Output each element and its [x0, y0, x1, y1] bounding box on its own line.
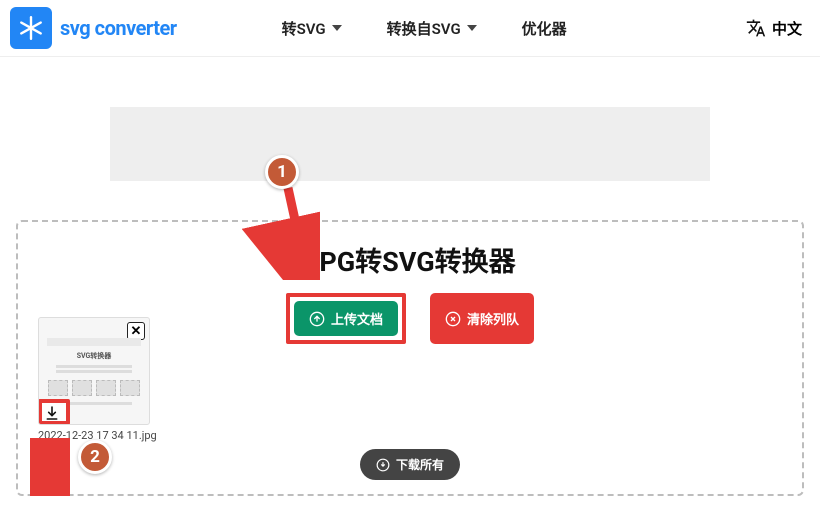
converter-panel: JPG转SVG转换器 上传文档 清除列队 ✕ — [16, 220, 804, 496]
close-circle-icon — [445, 311, 461, 327]
nav-from-svg[interactable]: 转换自SVG — [387, 18, 477, 39]
clear-queue-button[interactable]: 清除列队 — [430, 293, 534, 344]
file-thumbnail[interactable]: ✕ SVG转换器 — [38, 317, 150, 425]
header: svg converter 转SVG 转换自SVG 优化器 中文 — [0, 0, 820, 57]
download-file-button[interactable] — [44, 405, 60, 421]
file-item: ✕ SVG转换器 2022-12-23 17 34 11.j — [38, 317, 157, 442]
nav-to-svg-label: 转SVG — [282, 18, 326, 39]
language-label: 中文 — [772, 18, 802, 39]
annotation-arrow-1 — [230, 180, 320, 280]
download-icon — [44, 405, 60, 421]
clear-button-label: 清除列队 — [467, 309, 519, 328]
chevron-down-icon — [467, 25, 477, 31]
annotation-marker-2: 2 — [78, 440, 112, 474]
brand-text[interactable]: svg converter — [60, 16, 177, 40]
language-switcher[interactable]: 中文 — [746, 18, 810, 39]
translate-icon — [746, 18, 766, 38]
annotation-marker-1: 1 — [265, 155, 299, 189]
chevron-down-icon — [332, 25, 342, 31]
upload-button-label: 上传文档 — [331, 309, 383, 328]
ad-banner — [110, 107, 710, 181]
nav-optimizer[interactable]: 优化器 — [522, 18, 567, 39]
download-all-button[interactable]: 下载所有 — [360, 449, 460, 480]
upload-icon — [309, 311, 325, 327]
main-nav: 转SVG 转换自SVG 优化器 — [282, 18, 567, 39]
annotation-highlight-upload: 上传文档 — [286, 293, 406, 344]
logo-icon[interactable] — [10, 7, 52, 49]
nav-to-svg[interactable]: 转SVG — [282, 18, 342, 39]
annotation-arrow-2 — [30, 438, 70, 496]
page-title: JPG转SVG转换器 — [38, 240, 782, 279]
nav-optimizer-label: 优化器 — [522, 18, 567, 39]
download-all-label: 下载所有 — [396, 456, 444, 473]
download-icon — [376, 458, 390, 472]
nav-from-svg-label: 转换自SVG — [387, 18, 461, 39]
upload-button[interactable]: 上传文档 — [294, 301, 398, 336]
annotation-highlight-download — [38, 399, 70, 425]
